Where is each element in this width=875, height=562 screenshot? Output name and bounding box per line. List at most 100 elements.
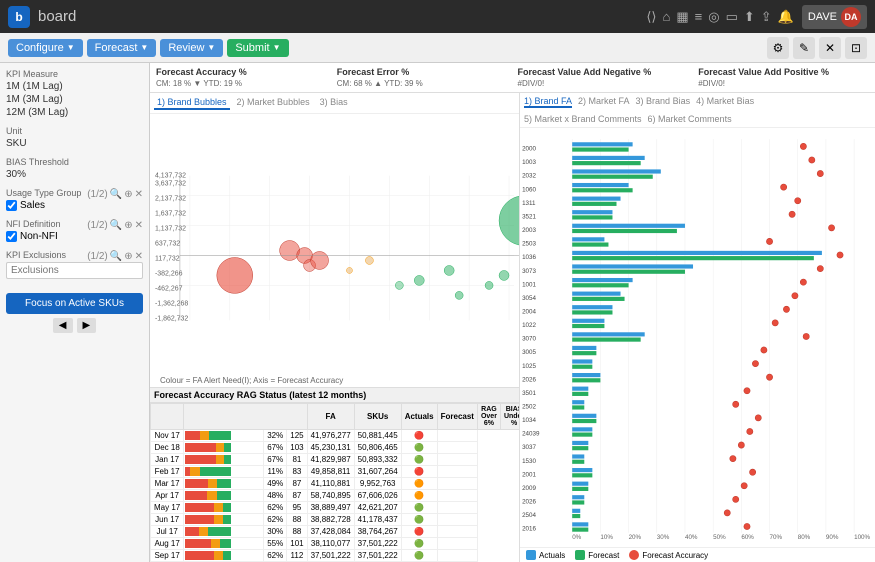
review-button[interactable]: Review ▼ bbox=[160, 39, 223, 57]
rag-fa-pct-1: 67% bbox=[264, 442, 287, 454]
svg-text:2,137,732: 2,137,732 bbox=[155, 196, 186, 203]
exc-icon3[interactable]: ✕ bbox=[135, 251, 143, 262]
svg-text:2000: 2000 bbox=[522, 146, 536, 153]
rag-fa-pct-3: 11% bbox=[264, 466, 287, 478]
rag-bias-0 bbox=[437, 430, 477, 442]
rag-bar-9 bbox=[184, 538, 264, 550]
bar-chart-area: 0% 10% 20% 30% 40% 50% 60% 70% 80% 90% 1… bbox=[520, 128, 875, 547]
rag-skus-0: 125 bbox=[287, 430, 307, 442]
rag-forecast-6: 42,621,207 bbox=[354, 502, 401, 514]
home-icon[interactable]: ⌂ bbox=[662, 9, 670, 24]
rag-table: Forecast Accuracy RAG Status (latest 12 … bbox=[150, 387, 519, 562]
nfi-icon1[interactable]: 🔍 bbox=[110, 220, 122, 231]
toolbar-right-icons: ⚙ ✎ ✕ ⊡ bbox=[767, 37, 867, 59]
right-tab-3[interactable]: 4) Market Bias bbox=[696, 96, 754, 108]
app-title: board bbox=[38, 8, 76, 25]
rag-skus-2: 81 bbox=[287, 454, 307, 466]
usage-icon2[interactable]: ⊕ bbox=[124, 189, 132, 200]
svg-text:1,137,732: 1,137,732 bbox=[155, 226, 186, 233]
rag-rag-4: 🟠 bbox=[401, 478, 437, 490]
page-controls: ◀ ▶ bbox=[6, 318, 143, 333]
kpi-measure-label: KPI Measure bbox=[6, 69, 143, 79]
right-tab-5[interactable]: 6) Market Comments bbox=[648, 114, 732, 124]
kpi-3-subtitle: #DIV/0! bbox=[698, 79, 869, 88]
focus-active-skus-button[interactable]: Focus on Active SKUs bbox=[6, 293, 143, 314]
prev-page-button[interactable]: ◀ bbox=[53, 318, 73, 333]
exc-icon2[interactable]: ⊕ bbox=[124, 251, 132, 262]
legend-actuals: Actuals bbox=[526, 550, 565, 560]
svg-text:20%: 20% bbox=[629, 534, 642, 541]
bias-section: BIAS Threshold 30% bbox=[6, 157, 143, 180]
rag-skus-4: 87 bbox=[287, 478, 307, 490]
exclusions-input[interactable] bbox=[6, 262, 143, 279]
nfi-checkbox[interactable] bbox=[6, 231, 17, 242]
rag-rag-0: 🔴 bbox=[401, 430, 437, 442]
rag-rag-1: 🟢 bbox=[401, 442, 437, 454]
stack-icon[interactable]: ≡ bbox=[695, 9, 703, 24]
nfi-icon3[interactable]: ✕ bbox=[135, 220, 143, 231]
bias-label: BIAS Threshold bbox=[6, 157, 143, 167]
user-label: DAVE bbox=[808, 11, 837, 23]
right-tab-0[interactable]: 1) Brand FA bbox=[524, 96, 572, 108]
svg-text:2032: 2032 bbox=[522, 173, 536, 180]
svg-text:1,637,732: 1,637,732 bbox=[155, 211, 186, 218]
unit-section: Unit SKU bbox=[6, 126, 143, 149]
grid-icon[interactable]: ▦ bbox=[676, 9, 688, 25]
rag-bar-7 bbox=[184, 514, 264, 526]
svg-text:2502: 2502 bbox=[522, 404, 536, 411]
close-icon[interactable]: ✕ bbox=[819, 37, 841, 59]
rag-forecast-2: 50,893,332 bbox=[354, 454, 401, 466]
bias-value: 30% bbox=[6, 169, 143, 180]
svg-text:3037: 3037 bbox=[522, 444, 536, 451]
svg-text:3054: 3054 bbox=[522, 295, 536, 302]
svg-text:2503: 2503 bbox=[522, 241, 536, 248]
col-bars bbox=[184, 404, 307, 430]
scatter-tab-0[interactable]: 1) Brand Bubbles bbox=[154, 96, 230, 110]
rag-tbody: Nov 17 32% 125 41,976,277 50,881,445 🔴 D… bbox=[151, 430, 520, 562]
upload-icon[interactable]: ⬆ bbox=[744, 9, 755, 25]
rag-skus-7: 88 bbox=[287, 514, 307, 526]
legend-accuracy: Forecast Accuracy bbox=[629, 550, 708, 560]
edit-icon[interactable]: ✎ bbox=[793, 37, 815, 59]
svg-text:1034: 1034 bbox=[522, 417, 536, 424]
rag-bias-2 bbox=[437, 454, 477, 466]
scatter-tab-1[interactable]: 2) Market Bubbles bbox=[234, 96, 313, 110]
usage-label: Usage Type Group bbox=[6, 188, 81, 198]
exc-count: (1/2) bbox=[87, 251, 108, 262]
screen-icon[interactable]: ▭ bbox=[726, 9, 738, 25]
forecast-button[interactable]: Forecast ▼ bbox=[87, 39, 157, 57]
code-icon[interactable]: ⟨⟩ bbox=[646, 9, 656, 25]
bell-icon[interactable]: 🔔 bbox=[778, 9, 794, 25]
rag-fa-pct-7: 62% bbox=[264, 514, 287, 526]
col-forecast: Forecast bbox=[437, 404, 477, 430]
usage-icon1[interactable]: 🔍 bbox=[110, 189, 122, 200]
settings-icon[interactable]: ⚙ bbox=[767, 37, 789, 59]
sidebar: KPI Measure 1M (1M Lag) 1M (3M Lag) 12M … bbox=[0, 63, 150, 562]
submit-button[interactable]: Submit ▼ bbox=[227, 39, 288, 57]
unit-value: SKU bbox=[6, 138, 143, 149]
rag-bias-4 bbox=[437, 478, 477, 490]
rag-bar-1 bbox=[184, 442, 264, 454]
kpi-1-title: Forecast Error % bbox=[337, 67, 508, 77]
user-button[interactable]: DAVE DA bbox=[802, 5, 867, 29]
rag-actuals-4: 41,110,881 bbox=[307, 478, 354, 490]
chat-icon[interactable]: ◎ bbox=[708, 9, 719, 25]
expand-icon[interactable]: ⊡ bbox=[845, 37, 867, 59]
right-tab-4[interactable]: 5) Market x Brand Comments bbox=[524, 114, 642, 124]
legend-accuracy-dot bbox=[629, 550, 639, 560]
nfi-icon2[interactable]: ⊕ bbox=[124, 220, 132, 231]
configure-button[interactable]: Configure ▼ bbox=[8, 39, 83, 57]
right-tab-2[interactable]: 3) Brand Bias bbox=[636, 96, 691, 108]
rag-month-4: Mar 17 bbox=[151, 478, 184, 490]
next-page-button[interactable]: ▶ bbox=[77, 318, 97, 333]
rag-forecast-8: 38,764,267 bbox=[354, 526, 401, 538]
exc-icon1[interactable]: 🔍 bbox=[110, 251, 122, 262]
share-icon[interactable]: ⇪ bbox=[761, 9, 772, 25]
right-tab-1[interactable]: 2) Market FA bbox=[578, 96, 630, 108]
rag-rag-7: 🟢 bbox=[401, 514, 437, 526]
inclusion-checkbox[interactable] bbox=[6, 200, 17, 211]
usage-icon3[interactable]: ✕ bbox=[135, 189, 143, 200]
legend-forecast-label: Forecast bbox=[588, 551, 619, 560]
scatter-tab-2[interactable]: 3) Bias bbox=[317, 96, 351, 110]
scatter-tabs: 1) Brand Bubbles 2) Market Bubbles 3) Bi… bbox=[150, 93, 519, 114]
